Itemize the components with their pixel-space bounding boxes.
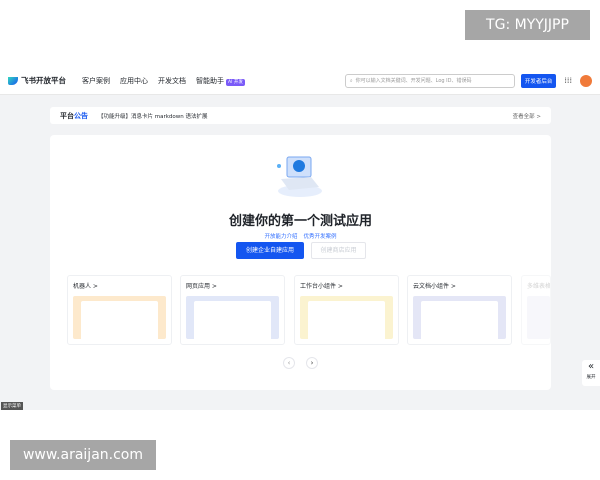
search-placeholder: 你可以输入文档关键词、开发问题、Log ID、错误码 <box>355 78 472 84</box>
show-menu-button[interactable]: 显示菜单 <box>1 402 23 410</box>
nav-assistant[interactable]: 智能助手 AI 开发 <box>196 76 245 86</box>
app: 飞书开放平台 客户案例 应用中心 开发文档 智能助手 AI 开发 ⌕ 你可以输入文档… <box>0 67 600 410</box>
prev-button[interactable]: ‹ <box>283 357 295 369</box>
search-input[interactable]: ⌕ 你可以输入文档关键词、开发问题、Log ID、错误码 <box>344 73 515 88</box>
nav-cases[interactable]: 客户案例 <box>82 76 110 86</box>
announcement-label: 平台公告 <box>60 111 88 120</box>
card-label: 网页应用 > <box>186 283 217 290</box>
card-label: 机器人 > <box>73 283 98 290</box>
announcement-text[interactable]: 【功能升级】消息卡片 markdown 语法扩展 <box>98 112 208 120</box>
card-preview <box>413 296 506 339</box>
capabilities-link[interactable]: 开放能力介绍 <box>264 234 297 240</box>
expand-label: 展开 <box>586 375 596 380</box>
create-enterprise-app-button[interactable]: 创建企业自建应用 <box>236 242 304 259</box>
card-preview <box>186 296 279 339</box>
card-bitable[interactable]: 多维表格 <box>521 275 551 345</box>
apps-grid-icon[interactable]: ⁞⁞⁞ <box>564 76 572 85</box>
card-preview <box>300 296 393 339</box>
top-nav: 飞书开放平台 客户案例 应用中心 开发文档 智能助手 AI 开发 ⌕ 你可以输入文档… <box>0 67 600 95</box>
watermark-top: TG: MYYJJPP <box>465 10 590 40</box>
robot-laptop-illustration <box>277 156 322 197</box>
card-label: 工作台小组件 > <box>300 283 343 290</box>
logo-icon <box>8 76 18 85</box>
search-icon: ⌕ <box>349 77 353 84</box>
logo[interactable]: 飞书开放平台 <box>8 75 66 86</box>
card-preview <box>527 296 550 339</box>
nav-app-center[interactable]: 应用中心 <box>120 76 148 86</box>
watermark-bottom: www.araijan.com <box>10 440 156 470</box>
ai-badge: AI 开发 <box>226 78 245 86</box>
cases-link[interactable]: 优秀开发案例 <box>304 234 337 240</box>
card-bot[interactable]: 机器人 > <box>67 275 172 345</box>
card-label: 云文档小组件 > <box>413 283 456 290</box>
card-label: 多维表格 <box>527 283 551 290</box>
main-card: 创建你的第一个测试应用 开放能力介绍 优秀开发案例 创建企业自建应用 创建商店应用… <box>50 135 551 390</box>
double-chevron-left-icon: « <box>587 361 595 372</box>
nav-docs[interactable]: 开发文档 <box>158 76 186 86</box>
card-workplace-widget[interactable]: 工作台小组件 > <box>294 275 399 345</box>
nav-assistant-label: 智能助手 <box>196 76 224 85</box>
announcement-bar: 平台公告 【功能升级】消息卡片 markdown 语法扩展 查看全部 > <box>50 107 551 124</box>
page-title: 创建你的第一个测试应用 <box>228 214 372 229</box>
card-doc-widget[interactable]: 云文档小组件 > <box>407 275 512 345</box>
card-preview <box>73 296 166 339</box>
console-button[interactable]: 开发者后台 <box>520 73 557 88</box>
avatar[interactable] <box>580 74 592 87</box>
view-all-link[interactable]: 查看全部 > <box>513 112 541 120</box>
logo-text: 飞书开放平台 <box>21 76 66 85</box>
next-button[interactable]: › <box>306 357 318 369</box>
expand-panel-button[interactable]: « 展开 <box>582 360 600 386</box>
card-web-app[interactable]: 网页应用 > <box>180 275 285 345</box>
create-store-app-button[interactable]: 创建商店应用 <box>311 242 366 259</box>
